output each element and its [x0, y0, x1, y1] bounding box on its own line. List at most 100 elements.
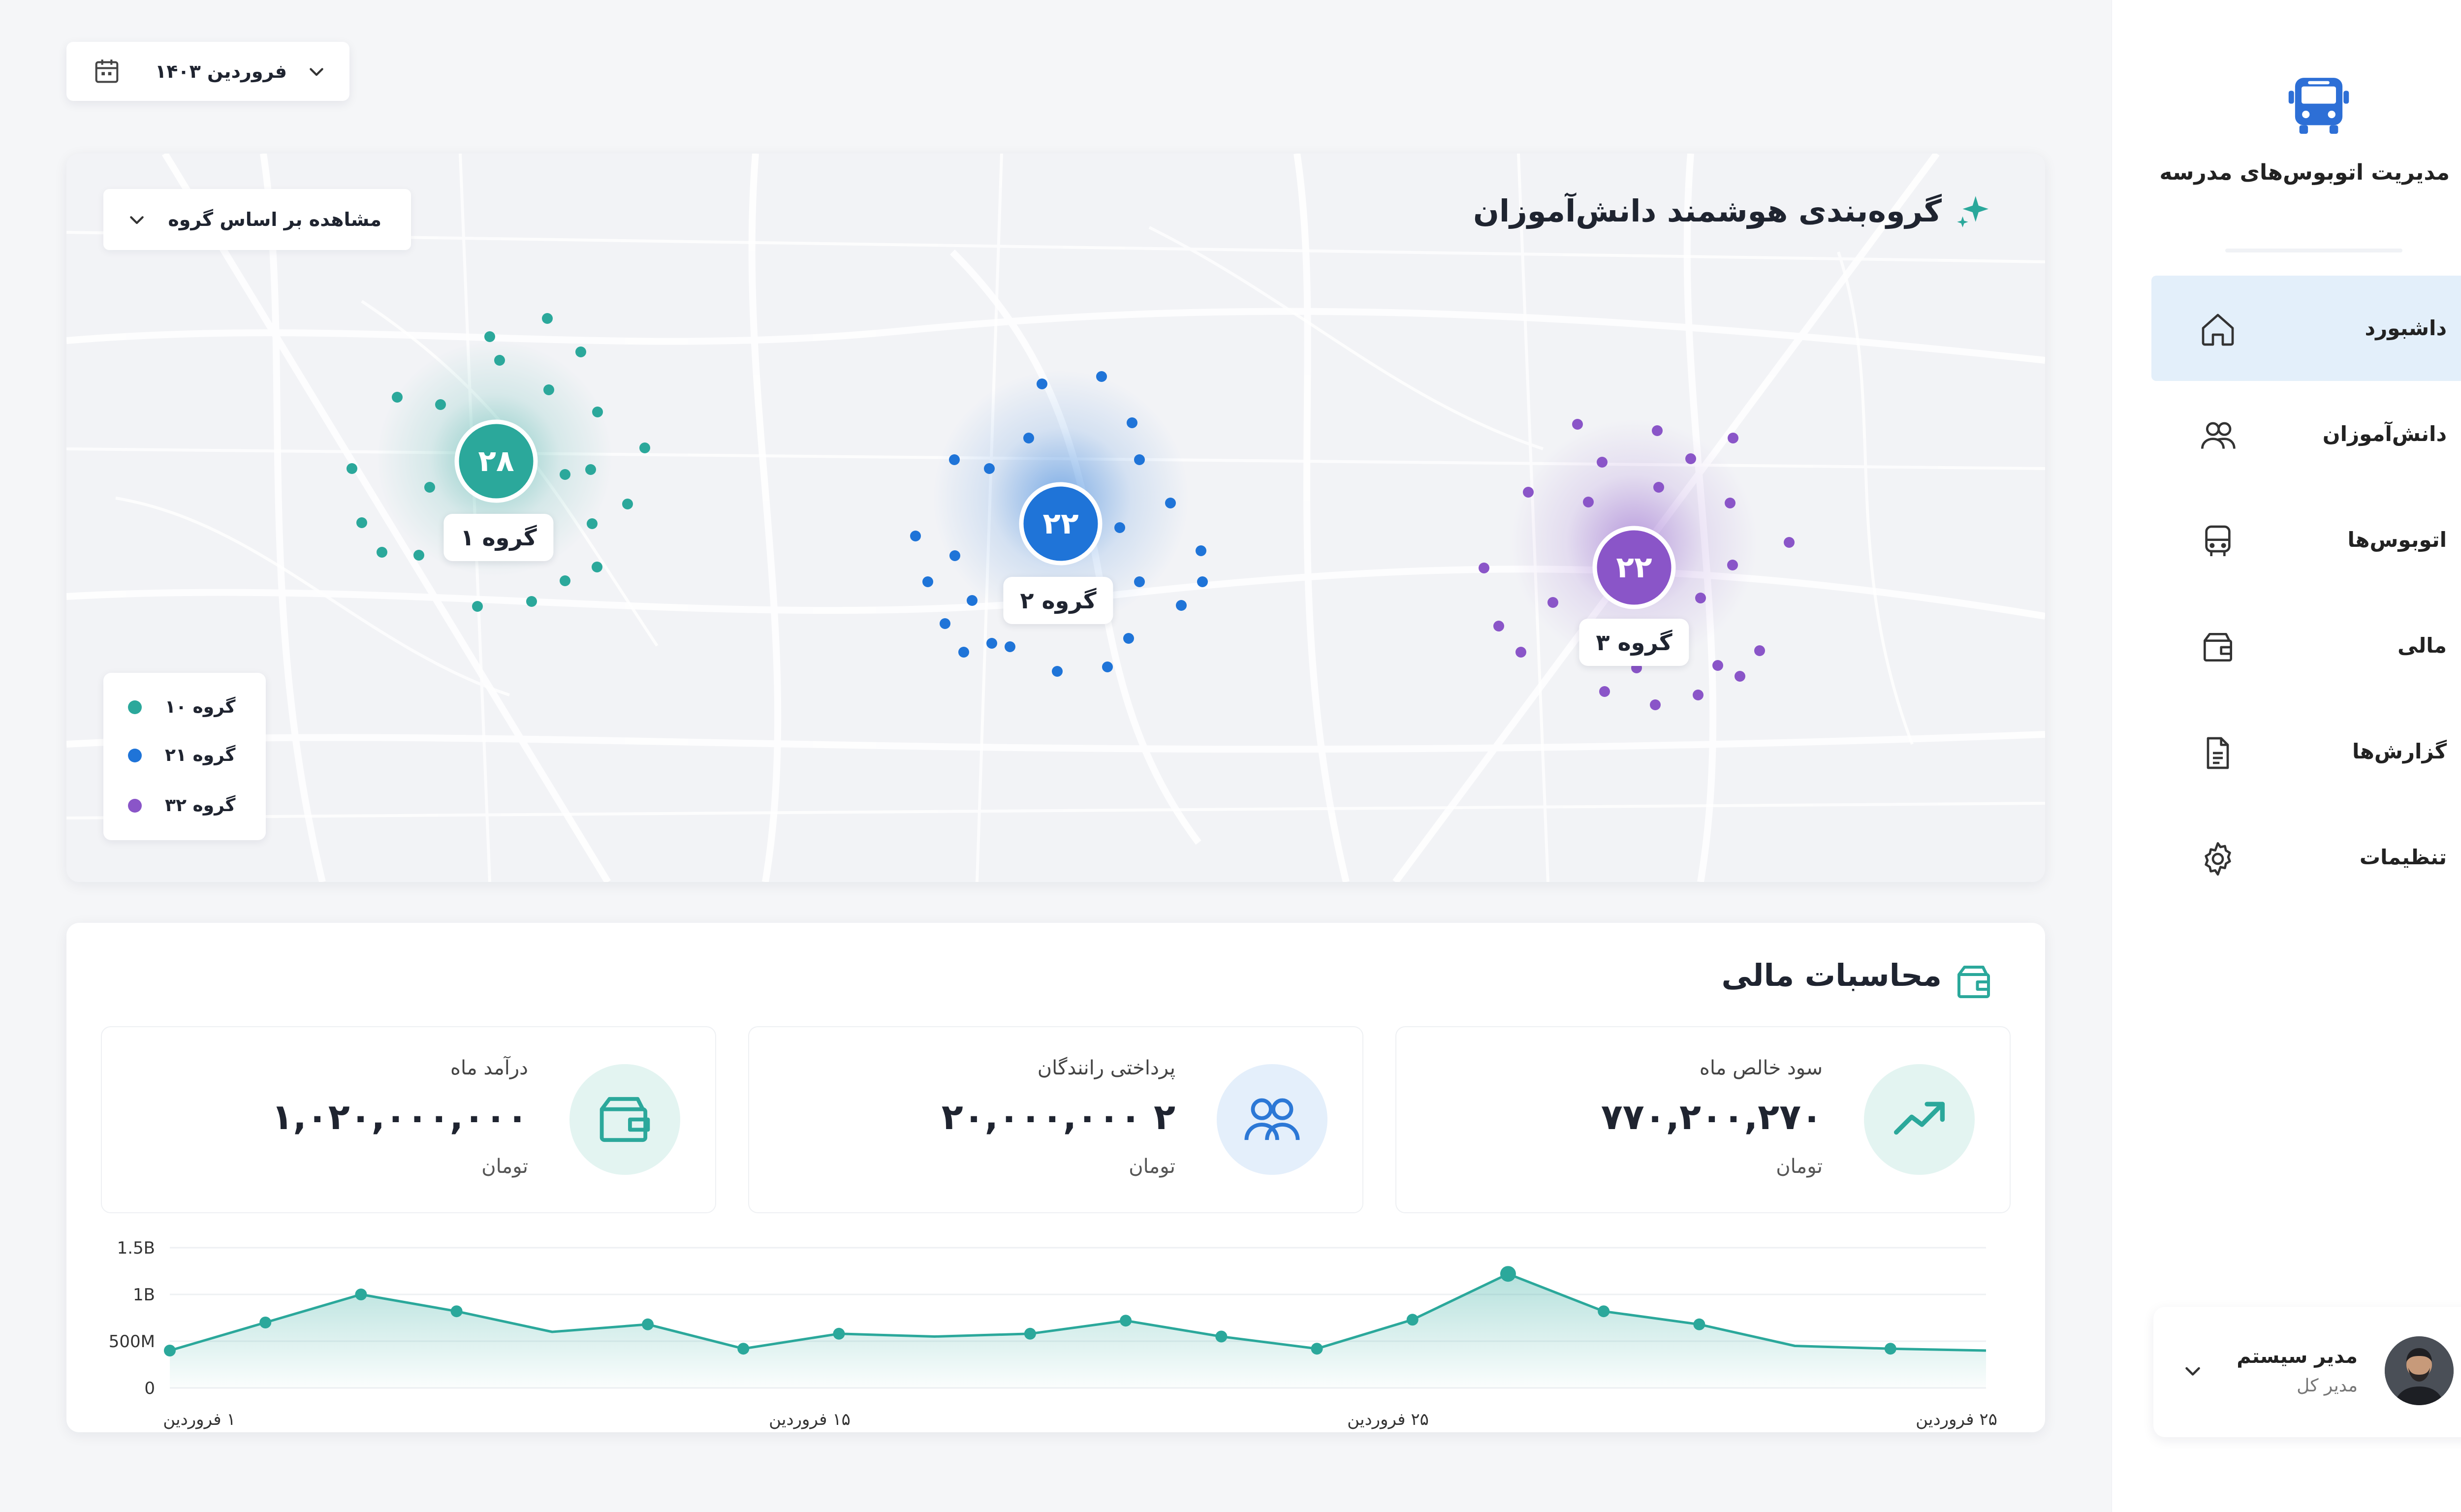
wallet-icon [599, 1097, 650, 1142]
chevron-down-icon[interactable] [2178, 1356, 2208, 1386]
group-view-select-label: مشاهده بر اساس گروه [168, 209, 381, 230]
legend-item: گروه ۱۰ [128, 683, 256, 732]
grouping-title: گروه‌بندی هوشمند دانش‌آموزان [1473, 193, 1942, 229]
user-role: مدیر کل [2297, 1376, 2358, 1396]
data-point [1406, 1314, 1419, 1326]
data-point [737, 1343, 750, 1355]
stat-value: ۱,۰۲۰,۰۰۰,۰۰۰ [271, 1096, 528, 1137]
stat-icon-bg [569, 1064, 680, 1175]
sidebar-item-settings[interactable]: تنظیمات [2151, 805, 2461, 910]
sidebar-item-buses[interactable]: اتوبوس‌ها [2151, 487, 2461, 593]
sidebar-item-label: اتوبوس‌ها [2347, 528, 2447, 552]
stat-unit: تومان [1776, 1155, 1823, 1178]
sidebar-item-label: تنظیمات [2359, 845, 2447, 869]
sidebar-item-label: دانش‌آموزان [2322, 422, 2447, 446]
bus-logo-icon [2284, 71, 2353, 140]
sidebar-item-dashboard[interactable]: داشبورد [2151, 276, 2461, 381]
users-icon [1244, 1098, 1300, 1140]
legend-item: گروه ۳۲ [128, 781, 256, 830]
legend-label: گروه ۲۱ [165, 745, 236, 765]
stat-card-net-profit: سود خالص ماه ۷۷۰,۲۰۰,۲۷۰ تومان [1395, 1026, 2011, 1213]
chevron-down-icon [303, 58, 330, 85]
legend-dot [128, 749, 142, 762]
stat-card-driver-payments: پرداختی رانندگان ۲ ۲۰,۰۰۰,۰۰۰ تومان [748, 1026, 1363, 1213]
cluster-count: ۲۲ [1042, 506, 1079, 541]
stat-label: درآمد ماه [450, 1057, 528, 1079]
group-view-select[interactable]: مشاهده بر اساس گروه [103, 189, 411, 250]
data-point [1693, 1318, 1705, 1330]
cluster-label[interactable]: گروه ۲ [1003, 577, 1113, 624]
sidebar-item-reports[interactable]: گزارش‌ها [2151, 699, 2461, 804]
stat-unit: تومان [1129, 1155, 1175, 1178]
y-tick-label: 500M [109, 1332, 155, 1352]
stat-value: ۷۷۰,۲۰۰,۲۷۰ [1601, 1096, 1823, 1137]
data-point [1598, 1305, 1610, 1318]
sidebar-item-label: داشبورد [2365, 316, 2447, 340]
stat-icon-bg [1864, 1064, 1975, 1175]
home-icon [2198, 310, 2238, 349]
stat-unit: تومان [481, 1155, 528, 1178]
stat-label: سود خالص ماه [1699, 1057, 1823, 1079]
stat-icon-bg [1217, 1064, 1327, 1175]
user-menu[interactable]: مدیر سیستم مدیر کل [2153, 1307, 2461, 1437]
sidebar: مدیریت اتوبوس‌های مدرسه داشبورد دانش‌آمو… [2112, 0, 2461, 1512]
legend-item: گروه ۲۱ [128, 731, 256, 780]
app-title: مدیریت اتوبوس‌های مدرسه [2159, 160, 2450, 185]
legend-label: گروه ۱۰ [165, 697, 236, 717]
chevron-down-icon [123, 206, 151, 233]
data-point [164, 1345, 176, 1356]
sidebar-item-label: مالی [2397, 633, 2447, 658]
y-tick-label: 1B [133, 1285, 155, 1305]
user-name: مدیر سیستم [2237, 1345, 2358, 1368]
data-point [1120, 1315, 1132, 1327]
grouping-card: ۲۸ ۲۲ ۲۲ گروه ۱ گروه ۲ گروه ۳ گروه‌بندی … [66, 154, 2045, 882]
data-point [642, 1318, 654, 1330]
cluster-count: ۲۸ [478, 444, 514, 478]
report-icon [2198, 733, 2238, 773]
sidebar-item-finance[interactable]: مالی [2151, 593, 2461, 698]
date-value: فروردین ۱۴۰۳ [155, 61, 287, 82]
x-tick-label: ۱۵ فروردین [769, 1410, 851, 1429]
series-area [170, 1274, 1986, 1388]
data-point [1311, 1343, 1323, 1355]
x-tick-label: ۲۵ فروردین [1347, 1410, 1429, 1429]
data-point [450, 1305, 463, 1318]
data-point [1215, 1330, 1228, 1343]
y-tick-label: 1.5B [117, 1238, 155, 1258]
wallet-icon [2198, 628, 2238, 667]
legend-label: گروه ۳۲ [165, 795, 236, 816]
stat-label: پرداختی رانندگان [1037, 1057, 1175, 1079]
calendar-icon [91, 56, 123, 87]
data-point [259, 1317, 272, 1328]
x-tick-label: ۱ فروردین [163, 1410, 235, 1429]
x-tick-label: ۲۵ فروردین [1916, 1410, 1997, 1429]
sidebar-item-students[interactable]: دانش‌آموزان [2151, 381, 2461, 487]
data-point [1884, 1343, 1896, 1355]
data-point [1500, 1266, 1516, 1282]
y-tick-label: 0 [144, 1379, 155, 1398]
data-point [1024, 1327, 1036, 1340]
wallet-icon [1952, 960, 1996, 1004]
sparkle-icon [1952, 190, 1996, 235]
users-icon [2198, 416, 2238, 455]
income-line-chart: 0 500M 1B 1.5B ۱ فروردین ۱۵ فروردین ۲۵ فروردین… [109, 1238, 1997, 1429]
finance-card: محاسبات مالی سود خالص ماه ۷۷۰,۲۰۰,۲۷۰ تو… [66, 923, 2045, 1432]
cluster-count: ۲۲ [1616, 550, 1652, 585]
stat-value: ۲ ۲۰,۰۰۰,۰۰۰ [941, 1096, 1175, 1137]
cluster-label[interactable]: گروه ۳ [1579, 619, 1689, 666]
avatar [2385, 1336, 2454, 1405]
legend-dot [128, 799, 142, 813]
cluster-label[interactable]: گروه ۱ [443, 514, 554, 561]
legend: گروه ۱۰ گروه ۲۱ گروه ۳۲ [103, 673, 266, 840]
finance-title: محاسبات مالی [1721, 957, 1942, 993]
date-picker[interactable]: فروردین ۱۴۰۳ [66, 42, 349, 101]
bus-icon [2198, 522, 2238, 561]
data-point [833, 1327, 845, 1340]
data-point [355, 1289, 367, 1300]
trend-up-icon [1893, 1102, 1945, 1135]
sidebar-item-label: گزارش‌ها [2352, 739, 2447, 763]
legend-dot [128, 700, 142, 714]
gear-icon [2198, 839, 2238, 879]
divider [2225, 249, 2402, 252]
stat-card-monthly-income: درآمد ماه ۱,۰۲۰,۰۰۰,۰۰۰ تومان [101, 1026, 716, 1213]
